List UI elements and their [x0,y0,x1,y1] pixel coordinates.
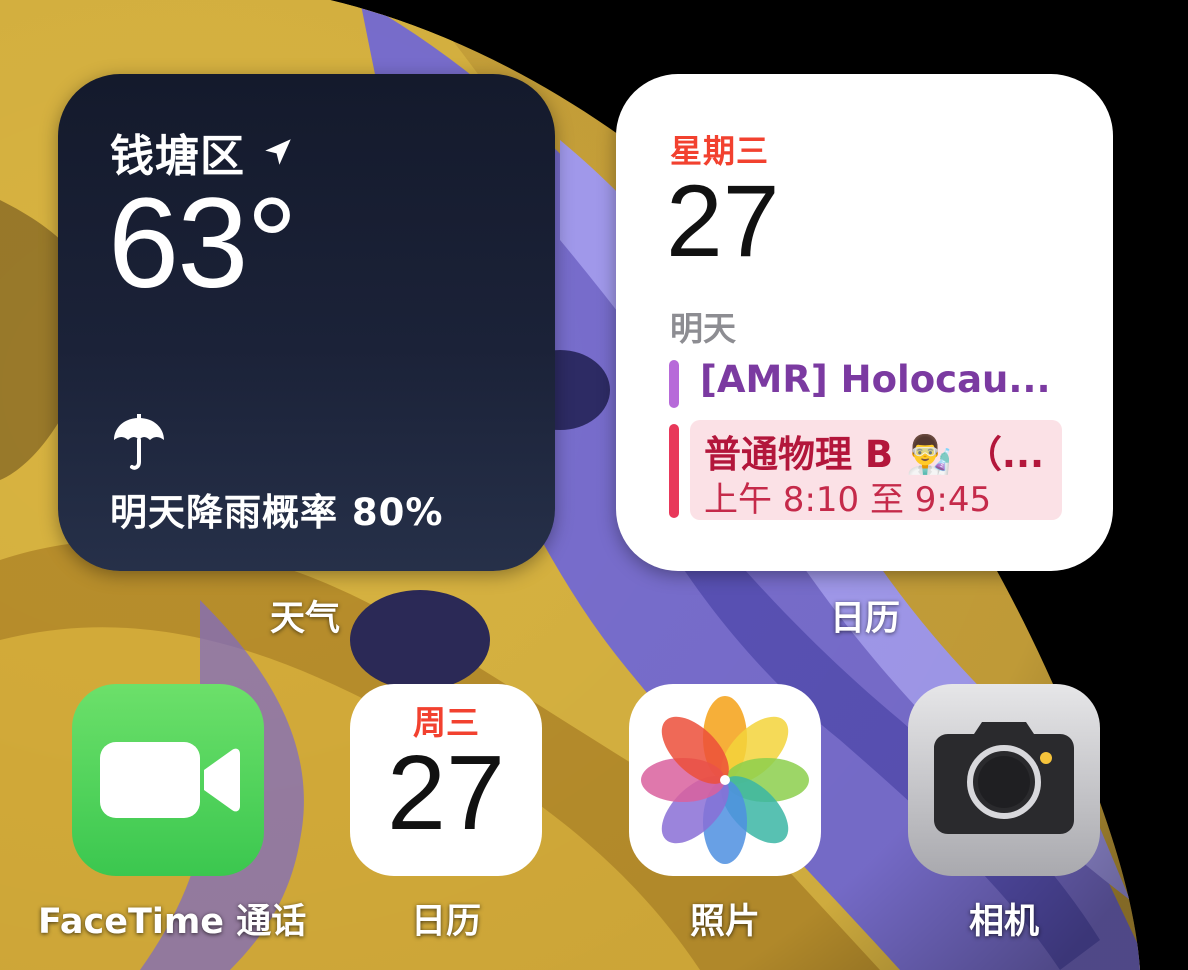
calendar-app-icon[interactable]: 周三 27 [350,684,542,876]
event-color-bar [669,360,679,408]
calendar-widget-label: 日历 [829,599,900,639]
calendar-icon-day: 27 [387,734,505,852]
calendar-app-label: 日历 [410,902,481,942]
calendar-event-time: 上午 8:10 至 9:45 [704,480,992,520]
weather-widget-label: 天气 [269,599,340,639]
event-color-bar [669,424,679,518]
camera-icon [934,722,1074,834]
facetime-app-label: FaceTime 通话 [38,902,307,942]
photos-flower-icon [641,696,809,864]
weather-temperature: 63° [108,172,298,315]
facetime-video-icon [100,742,240,818]
facetime-app-icon[interactable] [72,684,264,876]
umbrella-icon [114,414,164,470]
calendar-section-header: 明天 [670,309,736,348]
photos-app-icon[interactable] [629,684,821,876]
photos-app-label: 照片 [689,902,760,942]
location-arrow-icon [265,139,291,165]
camera-app-icon[interactable] [908,684,1100,876]
home-screen: 钱塘区 63° 明天降雨概率 80% 天气 星期三 27 明天 [AMR] Ho… [0,0,1188,970]
calendar-widget-day: 27 [666,164,780,278]
calendar-event-title: 普通物理 B 👨‍🔬 （... [704,433,1045,476]
calendar-event-title[interactable]: [AMR] Holocau... [700,358,1051,401]
camera-app-label: 相机 [968,902,1039,942]
weather-forecast: 明天降雨概率 80% [110,491,444,534]
